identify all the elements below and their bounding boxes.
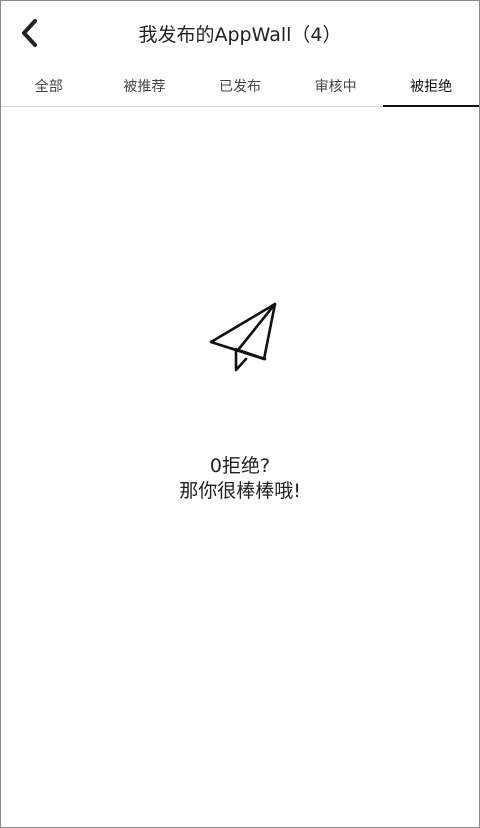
paper-plane-icon xyxy=(207,302,279,374)
page-title: 我发布的AppWall（4） xyxy=(138,24,342,46)
tab-all[interactable]: 全部 xyxy=(1,69,97,106)
tab-under-review[interactable]: 审核中 xyxy=(288,69,384,106)
back-button[interactable] xyxy=(13,18,47,52)
empty-state: 0拒绝? 那你很棒棒哦! xyxy=(1,107,479,827)
tab-bar: 全部 被推荐 已发布 审核中 被拒绝 xyxy=(1,69,479,107)
chevron-left-icon xyxy=(19,18,41,52)
tab-recommended[interactable]: 被推荐 xyxy=(97,69,193,106)
header: 我发布的AppWall（4） xyxy=(1,1,479,69)
tab-published[interactable]: 已发布 xyxy=(192,69,288,106)
app-screen: 我发布的AppWall（4） 全部 被推荐 已发布 审核中 被拒绝 0拒绝? 那… xyxy=(0,0,480,828)
tab-rejected[interactable]: 被拒绝 xyxy=(383,69,479,107)
empty-title: 0拒绝? xyxy=(209,455,271,477)
empty-subtitle: 那你很棒棒哦! xyxy=(179,480,301,502)
